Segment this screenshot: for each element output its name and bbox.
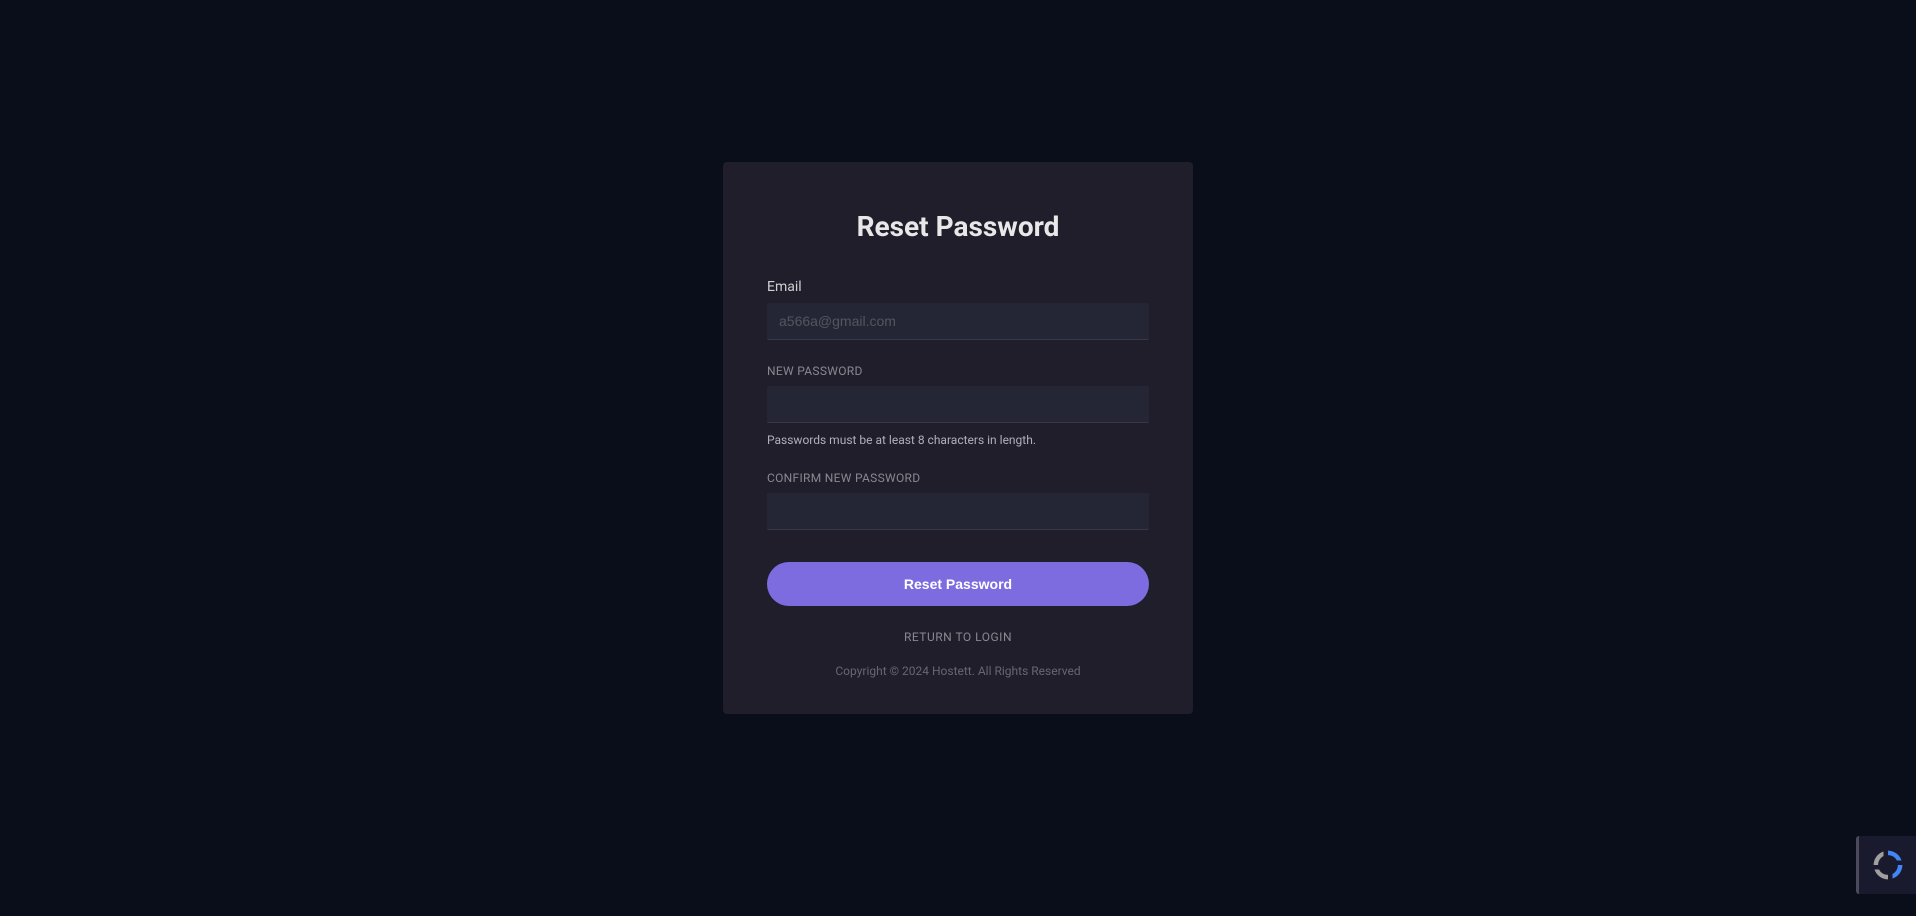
reset-password-card: Reset Password Email NEW PASSWORD Passwo… bbox=[723, 162, 1193, 714]
confirm-password-label: CONFIRM NEW PASSWORD bbox=[767, 471, 1149, 485]
copyright-text: Copyright © 2024 Hostett. All Rights Res… bbox=[767, 664, 1149, 678]
recaptcha-icon bbox=[1870, 847, 1906, 883]
email-group: Email bbox=[767, 279, 1149, 340]
new-password-label: NEW PASSWORD bbox=[767, 364, 1149, 378]
email-field[interactable] bbox=[767, 303, 1149, 340]
confirm-password-field[interactable] bbox=[767, 493, 1149, 530]
confirm-password-group: CONFIRM NEW PASSWORD bbox=[767, 471, 1149, 530]
reset-password-button[interactable]: Reset Password bbox=[767, 562, 1149, 606]
new-password-group: NEW PASSWORD Passwords must be at least … bbox=[767, 364, 1149, 447]
return-to-login-link[interactable]: RETURN TO LOGIN bbox=[767, 630, 1149, 644]
new-password-field[interactable] bbox=[767, 386, 1149, 423]
recaptcha-badge[interactable] bbox=[1856, 836, 1916, 894]
page-title: Reset Password bbox=[767, 210, 1149, 243]
email-label: Email bbox=[767, 279, 1149, 295]
password-help-text: Passwords must be at least 8 characters … bbox=[767, 433, 1149, 447]
